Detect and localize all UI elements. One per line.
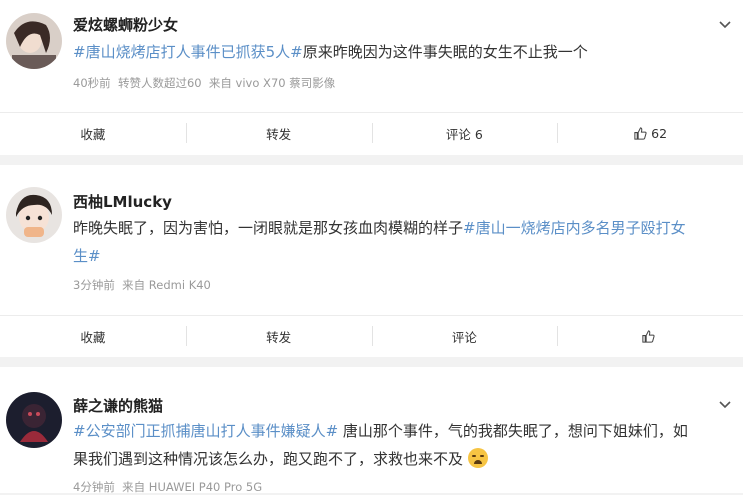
post-text: 原来昨晚因为这件事失眠的女生不止我一个	[302, 43, 588, 61]
post-source: 来自 HUAWEI P40 Pro 5G	[122, 480, 263, 494]
comment-label: 评论 6	[445, 126, 483, 142]
post-meta: 3分钟前 来自 Redmi K40	[73, 277, 211, 293]
thumbs-up-icon	[634, 126, 647, 140]
post-card: 西柚LMlucky 昨晚失眠了，因为害怕，一闭眼就是那女孩血肉模糊的样子#唐山一…	[0, 165, 743, 357]
post-time: 4分钟前	[73, 480, 115, 494]
comment-button[interactable]: 评论 6	[371, 113, 558, 153]
post-content: #公安部门正抓捕唐山打人事件嫌疑人# 唐山那个事件，气的我都失眠了，想问下姐妹们…	[73, 417, 721, 473]
username[interactable]: 西柚LMlucky	[73, 191, 172, 212]
post-meta: 40秒前 转赞人数超过60 来自 vivo X70 蔡司影像	[73, 75, 335, 91]
hashtag-link-continued[interactable]: 生#	[73, 247, 101, 265]
hashtag-link[interactable]: #公安部门正抓捕唐山打人事件嫌疑人#	[73, 422, 338, 440]
chevron-down-icon[interactable]	[717, 396, 733, 412]
post-text-continued: 果我们遇到这种情况该怎么办，跑又跑不了，求救也来不及	[73, 450, 464, 468]
post-card: 薛之谦的熊猫 #公安部门正抓捕唐山打人事件嫌疑人# 唐山那个事件，气的我都失眠了…	[0, 367, 743, 494]
action-bar: 收藏 转发 评论	[0, 315, 743, 356]
repost-label: 转发	[266, 126, 292, 142]
chevron-down-icon[interactable]	[717, 16, 733, 32]
repost-info: 转赞人数超过60	[117, 76, 202, 90]
post-text: 唐山那个事件，气的我都失眠了，想问下姐妹们，如	[338, 422, 688, 440]
collect-button[interactable]: 收藏	[0, 316, 186, 356]
like-button[interactable]: 62	[557, 113, 743, 153]
hashtag-link[interactable]: #唐山一烧烤店内多名男子殴打女	[463, 219, 686, 237]
thumbs-up-icon	[642, 329, 655, 343]
comment-label: 评论	[451, 329, 477, 345]
crying-face-emoji	[467, 448, 488, 468]
avatar[interactable]	[6, 13, 62, 69]
avatar[interactable]	[6, 392, 62, 448]
post-card: 爱炫螺蛳粉少女 #唐山烧烤店打人事件已抓获5人#原来昨晚因为这件事失眠的女生不止…	[0, 0, 743, 155]
post-content: 昨晚失眠了，因为害怕，一闭眼就是那女孩血肉模糊的样子#唐山一烧烤店内多名男子殴打…	[73, 214, 721, 270]
username[interactable]: 爱炫螺蛳粉少女	[73, 14, 178, 35]
post-time: 3分钟前	[73, 278, 115, 292]
username[interactable]: 薛之谦的熊猫	[73, 395, 163, 416]
post-time: 40秒前	[73, 76, 111, 90]
repost-label: 转发	[266, 329, 292, 345]
avatar[interactable]	[6, 187, 62, 243]
comment-button[interactable]: 评论	[371, 316, 558, 356]
repost-button[interactable]: 转发	[185, 113, 372, 153]
collect-button[interactable]: 收藏	[0, 113, 186, 153]
post-source: 来自 Redmi K40	[122, 278, 211, 292]
repost-button[interactable]: 转发	[185, 316, 372, 356]
like-count: 62	[651, 125, 668, 141]
collect-label: 收藏	[80, 329, 106, 345]
action-bar: 收藏 转发 评论 6 62	[0, 112, 743, 153]
hashtag-link[interactable]: #唐山烧烤店打人事件已抓获5人#	[73, 43, 303, 61]
post-content: #唐山烧烤店打人事件已抓获5人#原来昨晚因为这件事失眠的女生不止我一个	[73, 38, 721, 66]
collect-label: 收藏	[80, 126, 106, 142]
like-button[interactable]	[557, 316, 743, 356]
post-text: 昨晚失眠了，因为害怕，一闭眼就是那女孩血肉模糊的样子	[73, 219, 464, 237]
post-source: 来自 vivo X70 蔡司影像	[208, 76, 336, 90]
